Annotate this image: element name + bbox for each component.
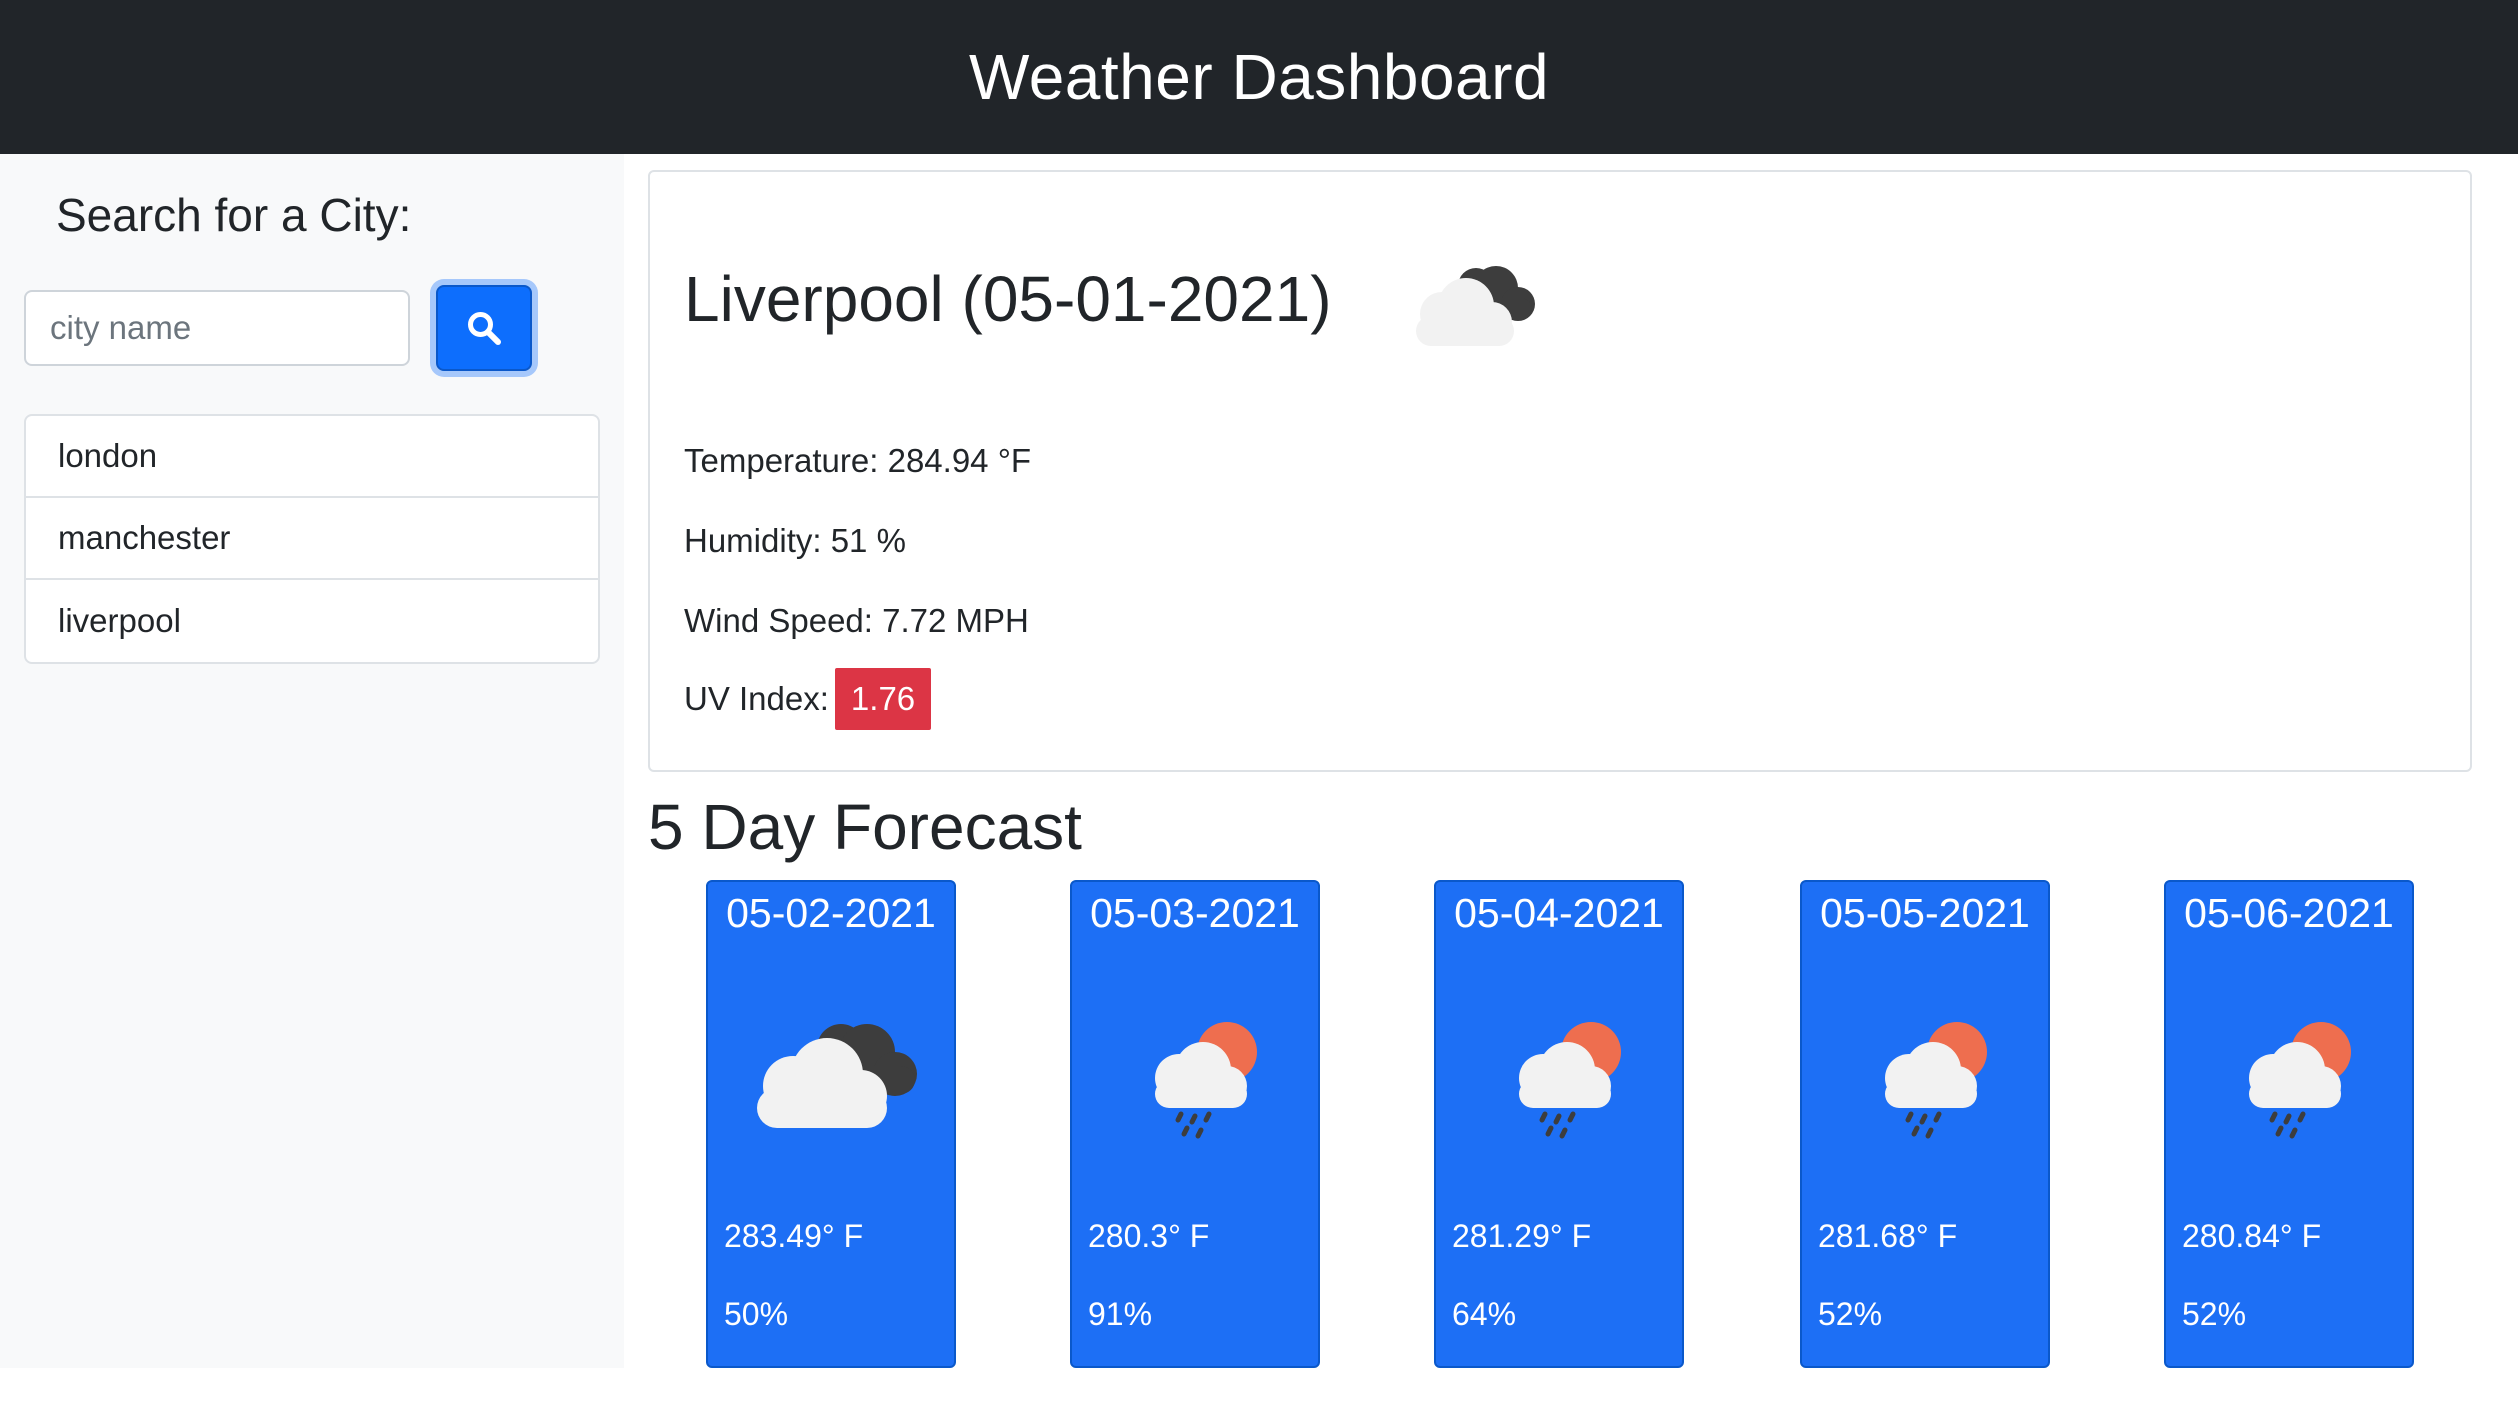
forecast-card-day-2: 05-03-2021 280.3° F 91%	[1070, 880, 1320, 1368]
history-item-liverpool[interactable]: liverpool	[26, 580, 598, 662]
history-item-london[interactable]: london	[26, 416, 598, 498]
forecast-temperature: 281.68° F	[1818, 1218, 1958, 1254]
sidebar: Search for a City: london manchester liv…	[0, 154, 624, 1368]
forecast-date: 05-05-2021	[1820, 890, 2030, 936]
forecast-humidity: 64%	[1452, 1296, 1517, 1332]
forecast-temperature: 283.49° F	[724, 1218, 864, 1254]
search-button[interactable]	[436, 285, 532, 371]
search-title: Search for a City:	[56, 189, 412, 241]
current-city-title: Liverpool (05-01-2021)	[684, 263, 1332, 335]
current-wind-speed: Wind Speed: 7.72 MPH	[684, 602, 1029, 639]
forecast-date: 05-06-2021	[2184, 890, 2394, 936]
current-uv-row: UV Index: 1.76	[684, 668, 932, 730]
page-header: Weather Dashboard	[0, 0, 2518, 154]
current-temperature: Temperature: 284.94 °F	[684, 442, 1032, 479]
search-history-list: london manchester liverpool	[24, 414, 600, 664]
forecast-temperature: 281.29° F	[1452, 1218, 1592, 1254]
forecast-card-day-4: 05-05-2021 281.68° F 52%	[1800, 880, 2050, 1368]
forecast-date: 05-04-2021	[1454, 890, 1664, 936]
rain-sun-icon	[1519, 1022, 1621, 1139]
city-search-input[interactable]	[24, 290, 410, 366]
forecast-humidity: 52%	[2182, 1296, 2247, 1332]
search-icon	[468, 312, 501, 345]
current-weather-card: Liverpool (05-01-2021) Temperature: 284.…	[648, 170, 2472, 772]
rain-sun-icon	[2249, 1022, 2351, 1139]
forecast-humidity: 50%	[724, 1296, 789, 1332]
current-humidity: Humidity: 51 %	[684, 522, 906, 559]
rain-sun-icon	[1885, 1022, 1987, 1139]
rain-sun-icon	[1155, 1022, 1257, 1139]
forecast-date: 05-03-2021	[1090, 890, 1300, 936]
forecast-humidity: 52%	[1818, 1296, 1883, 1332]
page-title: Weather Dashboard	[968, 41, 1550, 113]
forecast-date: 05-02-2021	[726, 890, 936, 936]
forecast-card-day-5: 05-06-2021 280.84° F 52%	[2164, 880, 2414, 1368]
broken-clouds-icon	[757, 1024, 917, 1128]
history-item-manchester[interactable]: manchester	[26, 498, 598, 580]
forecast-card-day-3: 05-04-2021 281.29° F 64%	[1434, 880, 1684, 1368]
uv-index-label: UV Index:	[684, 680, 829, 717]
forecast-humidity: 91%	[1088, 1296, 1153, 1332]
forecast-temperature: 280.84° F	[2182, 1218, 2322, 1254]
forecast-title: 5 Day Forecast	[648, 791, 1082, 863]
uv-index-badge: 1.76	[834, 668, 932, 730]
forecast-temperature: 280.3° F	[1088, 1218, 1210, 1254]
forecast-card-day-1: 05-02-2021 283.49° F 50%	[706, 880, 956, 1368]
broken-clouds-icon	[1416, 266, 1535, 346]
